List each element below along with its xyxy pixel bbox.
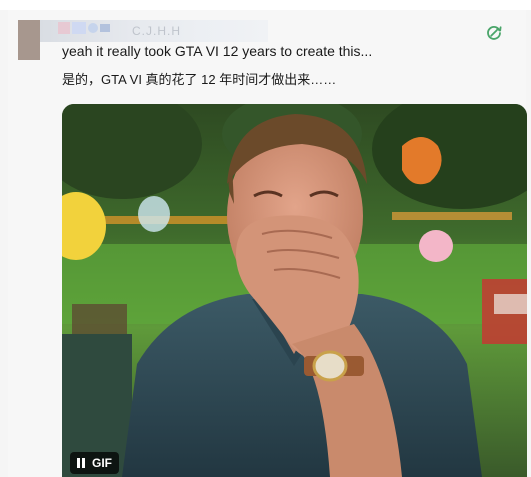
author-decoration <box>72 22 86 34</box>
author-decoration <box>58 22 70 34</box>
author-decoration <box>88 23 98 33</box>
gif-media[interactable] <box>62 104 527 477</box>
translate-icon <box>487 26 502 40</box>
author-name[interactable]: C.J.H.H <box>132 24 181 38</box>
gif-badge[interactable]: GIF <box>70 452 119 474</box>
post-text-english: yeah it really took GTA VI 12 years to c… <box>62 43 373 59</box>
avatar[interactable] <box>18 20 40 60</box>
author-decoration <box>100 24 110 32</box>
gif-image <box>62 104 527 477</box>
pause-icon <box>76 458 86 468</box>
translate-button[interactable] <box>485 24 503 42</box>
gif-label: GIF <box>92 456 112 470</box>
post-text-chinese: 是的，GTA VI 真的花了 12 年时间才做出来…… <box>62 72 337 87</box>
top-strip <box>0 0 531 10</box>
